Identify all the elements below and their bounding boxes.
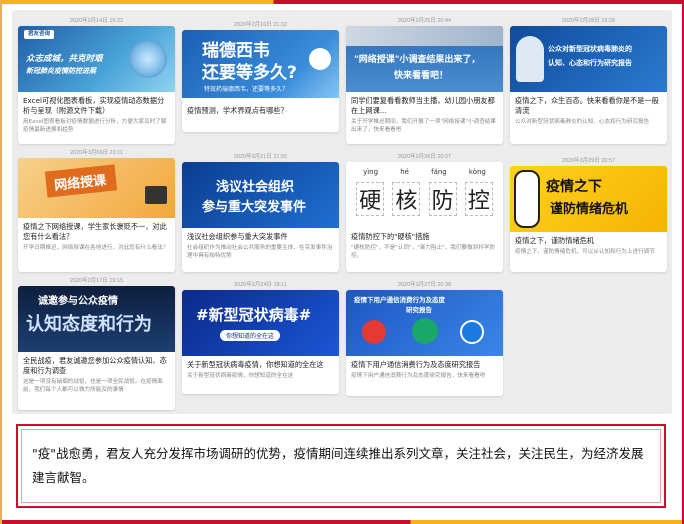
- telecom-logo-icon: [460, 320, 484, 344]
- article-title: 疫情防控下的"硬核"措施: [351, 232, 430, 241]
- article-card[interactable]: 公众对新型冠状病毒肺炎的 认知、心态和行为研究报告 疫情之下，众生百态。快来看看…: [510, 26, 667, 144]
- article-description: 用Excel图表看板对疫情数据进行分析，方便大家及时了解疫情最新进展和趋势: [23, 119, 167, 133]
- article-title: 疫情之下，众生百态。快来看看你是不是一般清流: [515, 96, 659, 115]
- laptop-photo: [346, 26, 503, 46]
- thumbnail-headline: 疫情下用户通信消费行为及态度: [354, 296, 445, 304]
- person-illustration: [516, 36, 544, 82]
- article-card[interactable]: 疫情之下 谨防情绪危机 疫情之下，谨防情绪危机 疫情之下，谨防情绪危机，可以从认…: [510, 166, 667, 272]
- caption-text: "疫"战愈勇，君友人充分发挥市场调研的优势，疫情期间连续推出系列文章，关注社会，…: [32, 446, 644, 485]
- article-description: 关于新型冠状病毒疫情，你想知道的全在这: [187, 373, 294, 379]
- virus-illustration: [129, 40, 167, 78]
- caption-box: "疫"战愈勇，君友人充分发挥市场调研的优势，疫情期间连续推出系列文章，关注社会，…: [16, 424, 666, 508]
- article-thumbnail: 疫情下用户通信消费行为及态度 研究报告: [346, 290, 503, 356]
- pinyin-label: hé: [400, 168, 409, 176]
- hanzi-character: 核: [392, 182, 421, 216]
- article-card[interactable]: 瑞德西韦 还要等多久? 特效药瑞德西韦，还要等多久？ 疫情预测，学术界观点有哪些…: [182, 30, 339, 132]
- thumbnail-headline: #新型冠状病毒#: [196, 306, 312, 324]
- thumbnail-subheadline: 谨防情绪危机: [550, 202, 629, 217]
- article-card[interactable]: 君友咨询 众志成城，共克时艰 新冠肺炎疫情防控进展 Excel可视化图表看板，实…: [18, 26, 175, 144]
- article-title: 同学们要复看看教师当主播，幼儿园小朋友都在上网课...: [351, 96, 495, 115]
- card-date: 2020年2月14日 16:22: [69, 18, 124, 24]
- article-thumbnail: 君友咨询 众志成城，共克时艰 新冠肺炎疫情防控进展: [18, 26, 175, 92]
- hanzi-character: 硬: [356, 182, 385, 216]
- card-date: 2020年2月26日 20:27: [397, 154, 452, 160]
- frame-left-border: [0, 0, 2, 524]
- article-card[interactable]: 浅议社会组织 参与重大突发事件 浅议社会组织参与重大突发事件 社会组织作为推动社…: [182, 162, 339, 272]
- article-thumbnail: 公众对新型冠状病毒肺炎的 认知、心态和行为研究报告: [510, 26, 667, 92]
- compass-icon: [309, 48, 331, 70]
- thumbnail-subheadline: 快来看看吧！: [394, 71, 449, 81]
- thumbnail-subheadline: 认知态度和行为: [26, 314, 152, 335]
- thumbnail-subheadline: 参与重大突发事件: [202, 200, 307, 215]
- card-date: 2020年3月29日 20:57: [561, 158, 616, 164]
- article-thumbnail: 浅议社会组织 参与重大突发事件: [182, 162, 339, 228]
- article-title: 关于新型冠状病毒疫情，你想知道的全在这: [187, 360, 324, 369]
- thumbnail-headline: 浅议社会组织: [216, 180, 295, 195]
- article-thumbnail: 诚邀参与公众疫情 认知态度和行为: [18, 286, 175, 352]
- article-title: 疫情之下，谨防情绪危机: [515, 236, 595, 245]
- hanzi-character: 控: [464, 182, 493, 216]
- mobile-logo-icon: [412, 318, 438, 344]
- brand-logo: 君友咨询: [24, 30, 54, 39]
- card-date: 2020年2月28日 19:28: [561, 18, 616, 24]
- card-date: 2020年3月27日 20:38: [397, 282, 452, 288]
- article-title: 全民战疫，君友诚邀您参加公众疫情认知、态度和行为调查: [23, 356, 167, 375]
- card-date: 2020年2月17日 19:15: [69, 278, 124, 284]
- card-date: 2020年3月21日 21:55: [233, 154, 288, 160]
- camera-icon: [145, 186, 167, 204]
- card-date: 2020年2月16日 21:32: [233, 22, 288, 28]
- article-thumbnail: 疫情之下 谨防情绪危机: [510, 166, 667, 232]
- article-card[interactable]: 疫情下用户通信消费行为及态度 研究报告 疫情下用户通信消费行为及态度研究报告 疫…: [346, 290, 503, 396]
- article-description: 公众对新型冠状病毒肺炎的认知、心态和行为研究报告: [515, 119, 650, 125]
- frame-top-border: [0, 0, 684, 4]
- card-date: 2020年2月25日 20:44: [397, 18, 452, 24]
- smiley-icon: [514, 170, 540, 228]
- article-card[interactable]: yìng hé fáng kòng 硬 核 防 控 疫情防控下的"硬核"措施 "…: [346, 162, 503, 272]
- article-description: 这是一项没有硝烟的战役，也是一项全民战役。在疫情面前，我们每个人都可以做力所能及…: [23, 379, 163, 393]
- article-description: 关于开学推迟期间，我们开展了一项"网络授课"小调查结果出来了，快来看看吧: [351, 119, 496, 133]
- article-thumbnail: #新型冠状病毒# 你想知道的全在这: [182, 290, 339, 356]
- article-description: "硬核防控"，不是"认同"，"奋力阻止"，我们要做到科学防控。: [351, 245, 496, 259]
- article-title: 浅议社会组织参与重大突发事件: [187, 232, 288, 241]
- unicom-logo-icon: [362, 320, 386, 344]
- article-title: 疫情下用户通信消费行为及态度研究报告: [351, 360, 481, 369]
- hanzi-character: 防: [428, 182, 457, 216]
- thumbnail-headline: 疫情之下: [546, 179, 602, 195]
- article-title: Excel可视化图表看板，实现疫情动态数据分析与呈现（附源文件下载）: [23, 96, 165, 115]
- thumbnail-caption: 特效药瑞德西韦，还要等多久？: [204, 86, 289, 93]
- thumbnail-pill: 你想知道的全在这: [220, 330, 281, 341]
- pinyin-label: yìng: [363, 168, 379, 176]
- article-description: 疫情之下，谨防情绪危机，可以从认知和行为上进行调节: [515, 249, 655, 255]
- thumbnail-headline: 众志成城，共克时艰: [26, 54, 103, 64]
- article-thumbnail: yìng hé fáng kòng 硬 核 防 控: [346, 162, 503, 228]
- article-thumbnail: 网络授课: [18, 158, 175, 218]
- thumbnail-subheadline: 还要等多久?: [202, 63, 297, 83]
- article-grid-panel: 2020年2月14日 16:22 君友咨询 众志成城，共克时艰 新冠肺炎疫情防控…: [12, 10, 672, 414]
- thumbnail-subheadline: 认知、心态和行为研究报告: [548, 59, 632, 67]
- article-title: 疫情预测，学术界观点有哪些？: [187, 106, 288, 115]
- article-description: 社会组织作为推动社会公共服务的重要主体，在突发事件治理中具有独特优势: [187, 245, 333, 259]
- frame-bottom-border: [0, 520, 684, 524]
- thumbnail-headline: 公众对新型冠状病毒肺炎的: [548, 45, 632, 53]
- card-date: 2020年2月24日 18:11: [234, 282, 287, 288]
- article-description: 开学日期推迟，网络授课在各地进行，对此您有什么看法？: [23, 245, 169, 251]
- article-description: 疫情下用户通信消费行为及态度研究报告，快来看看吧: [351, 373, 486, 379]
- pinyin-label: kòng: [468, 168, 486, 176]
- thumbnail-subheadline: 新冠肺炎疫情防控进展: [26, 67, 96, 75]
- article-thumbnail: "网络授课"小调查结果出来了， 快来看看吧！: [346, 26, 503, 92]
- article-card[interactable]: #新型冠状病毒# 你想知道的全在这 关于新型冠状病毒疫情，你想知道的全在这 关于…: [182, 290, 339, 394]
- thumbnail-headline: 诚邀参与公众疫情: [38, 296, 118, 307]
- article-card[interactable]: "网络授课"小调查结果出来了， 快来看看吧！ 同学们要复看看教师当主播，幼儿园小…: [346, 26, 503, 144]
- article-title: 疫情之下网络授课，学生家长褒贬不一，对此您有什么看法？: [23, 222, 167, 241]
- article-card[interactable]: 网络授课 疫情之下网络授课，学生家长褒贬不一，对此您有什么看法？ 开学日期推迟，…: [18, 158, 175, 272]
- article-thumbnail: 瑞德西韦 还要等多久? 特效药瑞德西韦，还要等多久？: [182, 30, 339, 98]
- pinyin-label: fáng: [431, 168, 447, 176]
- thumbnail-subheadline: 研究报告: [406, 306, 432, 314]
- thumbnail-headline: "网络授课"小调查结果出来了，: [354, 55, 481, 65]
- card-date: 2020年3月06日 23:11: [70, 150, 123, 156]
- article-card[interactable]: 诚邀参与公众疫情 认知态度和行为 全民战疫，君友诚邀您参加公众疫情认知、态度和行…: [18, 286, 175, 410]
